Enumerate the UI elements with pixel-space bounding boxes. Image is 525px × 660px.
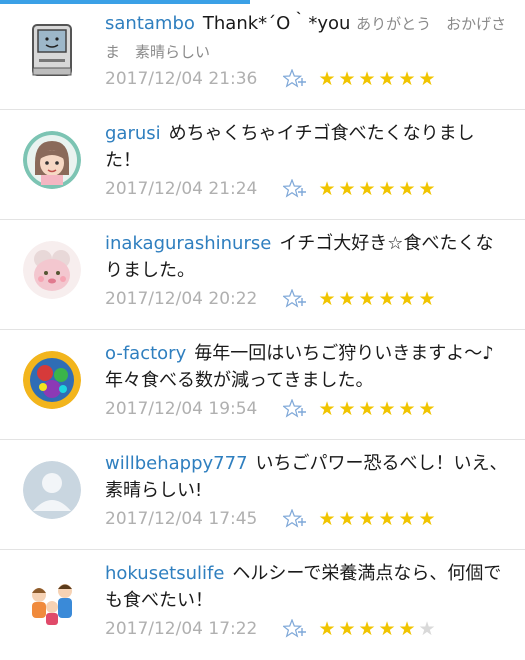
star-filled-icon: ★ bbox=[338, 398, 356, 420]
add-star-icon[interactable] bbox=[283, 179, 307, 199]
pink-character-avatar[interactable] bbox=[23, 241, 81, 299]
star-filled-icon: ★ bbox=[418, 508, 436, 530]
star-filled-icon: ★ bbox=[418, 178, 436, 200]
star-filled-icon: ★ bbox=[318, 618, 336, 640]
star-filled-icon: ★ bbox=[418, 398, 436, 420]
comment-username[interactable]: o-factory bbox=[105, 343, 186, 364]
add-star-icon[interactable] bbox=[283, 399, 307, 419]
star-filled-icon: ★ bbox=[358, 178, 376, 200]
star-filled-icon: ★ bbox=[398, 288, 416, 310]
star-filled-icon: ★ bbox=[398, 618, 416, 640]
star-filled-icon: ★ bbox=[338, 508, 356, 530]
star-filled-icon: ★ bbox=[358, 68, 376, 90]
star-rating: ★ ★ ★ ★ ★ ★ bbox=[317, 289, 437, 309]
star-filled-icon: ★ bbox=[378, 68, 396, 90]
star-filled-icon: ★ bbox=[418, 288, 436, 310]
star-filled-icon: ★ bbox=[358, 618, 376, 640]
comment-timestamp: 2017/12/04 21:36 bbox=[105, 69, 258, 89]
comment-item: santambo Thank*´O｀*you ありがとう おかげさま 素晴らしい … bbox=[0, 0, 525, 110]
cartoon-girl-avatar[interactable] bbox=[23, 131, 81, 189]
star-empty-icon: ★ bbox=[418, 618, 436, 640]
star-rating: ★ ★ ★ ★ ★ ★ bbox=[317, 179, 437, 199]
star-filled-icon: ★ bbox=[318, 178, 336, 200]
comment-item: o-factory 毎年一回はいちご狩りいきますよ～♪ 年々食べる数が減ってきまし… bbox=[0, 330, 525, 440]
comment-username[interactable]: willbehappy777 bbox=[105, 453, 248, 474]
add-star-icon[interactable] bbox=[283, 69, 307, 89]
comment-item: hokusetsulife ヘルシーで栄養満点なら、何個でも食べたい！ 2017/… bbox=[0, 550, 525, 660]
comment-timestamp: 2017/12/04 20:22 bbox=[105, 289, 258, 309]
star-filled-icon: ★ bbox=[398, 508, 416, 530]
comment-timestamp: 2017/12/04 21:24 bbox=[105, 179, 258, 199]
star-filled-icon: ★ bbox=[378, 178, 396, 200]
comment-item: willbehappy777 いちごパワー恐るべし！いえ、素晴らしい! 2017/… bbox=[0, 440, 525, 550]
star-filled-icon: ★ bbox=[338, 68, 356, 90]
star-filled-icon: ★ bbox=[398, 178, 416, 200]
comment-text: Thank*´O｀*you bbox=[202, 13, 351, 34]
add-star-icon[interactable] bbox=[283, 289, 307, 309]
star-filled-icon: ★ bbox=[338, 288, 356, 310]
comment-timestamp: 2017/12/04 19:54 bbox=[105, 399, 258, 419]
star-filled-icon: ★ bbox=[318, 288, 336, 310]
star-filled-icon: ★ bbox=[378, 398, 396, 420]
retro-mac-icon[interactable] bbox=[23, 21, 81, 79]
comment-username[interactable]: garusi bbox=[105, 123, 161, 144]
colorful-art-avatar[interactable] bbox=[23, 351, 81, 409]
comment-username[interactable]: inakagurashinurse bbox=[105, 233, 271, 254]
star-filled-icon: ★ bbox=[398, 398, 416, 420]
comment-timestamp: 2017/12/04 17:45 bbox=[105, 509, 258, 529]
comment-item: inakagurashinurse イチゴ大好き☆食べたくなりました。 2017/… bbox=[0, 220, 525, 330]
star-rating: ★ ★ ★ ★ ★ ★ bbox=[317, 509, 437, 529]
add-star-icon[interactable] bbox=[283, 509, 307, 529]
star-filled-icon: ★ bbox=[338, 178, 356, 200]
comment-timestamp: 2017/12/04 17:22 bbox=[105, 619, 258, 639]
star-rating: ★ ★ ★ ★ ★ ★ bbox=[317, 619, 437, 639]
star-filled-icon: ★ bbox=[378, 508, 396, 530]
star-filled-icon: ★ bbox=[358, 288, 376, 310]
star-filled-icon: ★ bbox=[358, 398, 376, 420]
family-illustration-avatar[interactable] bbox=[23, 571, 81, 629]
star-filled-icon: ★ bbox=[338, 618, 356, 640]
star-filled-icon: ★ bbox=[378, 618, 396, 640]
comment-username[interactable]: hokusetsulife bbox=[105, 563, 224, 584]
add-star-icon[interactable] bbox=[283, 619, 307, 639]
star-filled-icon: ★ bbox=[318, 398, 336, 420]
star-rating: ★ ★ ★ ★ ★ ★ bbox=[317, 69, 437, 89]
star-filled-icon: ★ bbox=[318, 68, 336, 90]
comment-username[interactable]: santambo bbox=[105, 13, 195, 34]
star-filled-icon: ★ bbox=[418, 68, 436, 90]
star-filled-icon: ★ bbox=[398, 68, 416, 90]
default-user-avatar[interactable] bbox=[23, 461, 81, 519]
star-filled-icon: ★ bbox=[318, 508, 336, 530]
comment-item: garusi めちゃくちゃイチゴ食べたくなりました！ 2017/12/04 21:… bbox=[0, 110, 525, 220]
star-filled-icon: ★ bbox=[358, 508, 376, 530]
star-filled-icon: ★ bbox=[378, 288, 396, 310]
star-rating: ★ ★ ★ ★ ★ ★ bbox=[317, 399, 437, 419]
